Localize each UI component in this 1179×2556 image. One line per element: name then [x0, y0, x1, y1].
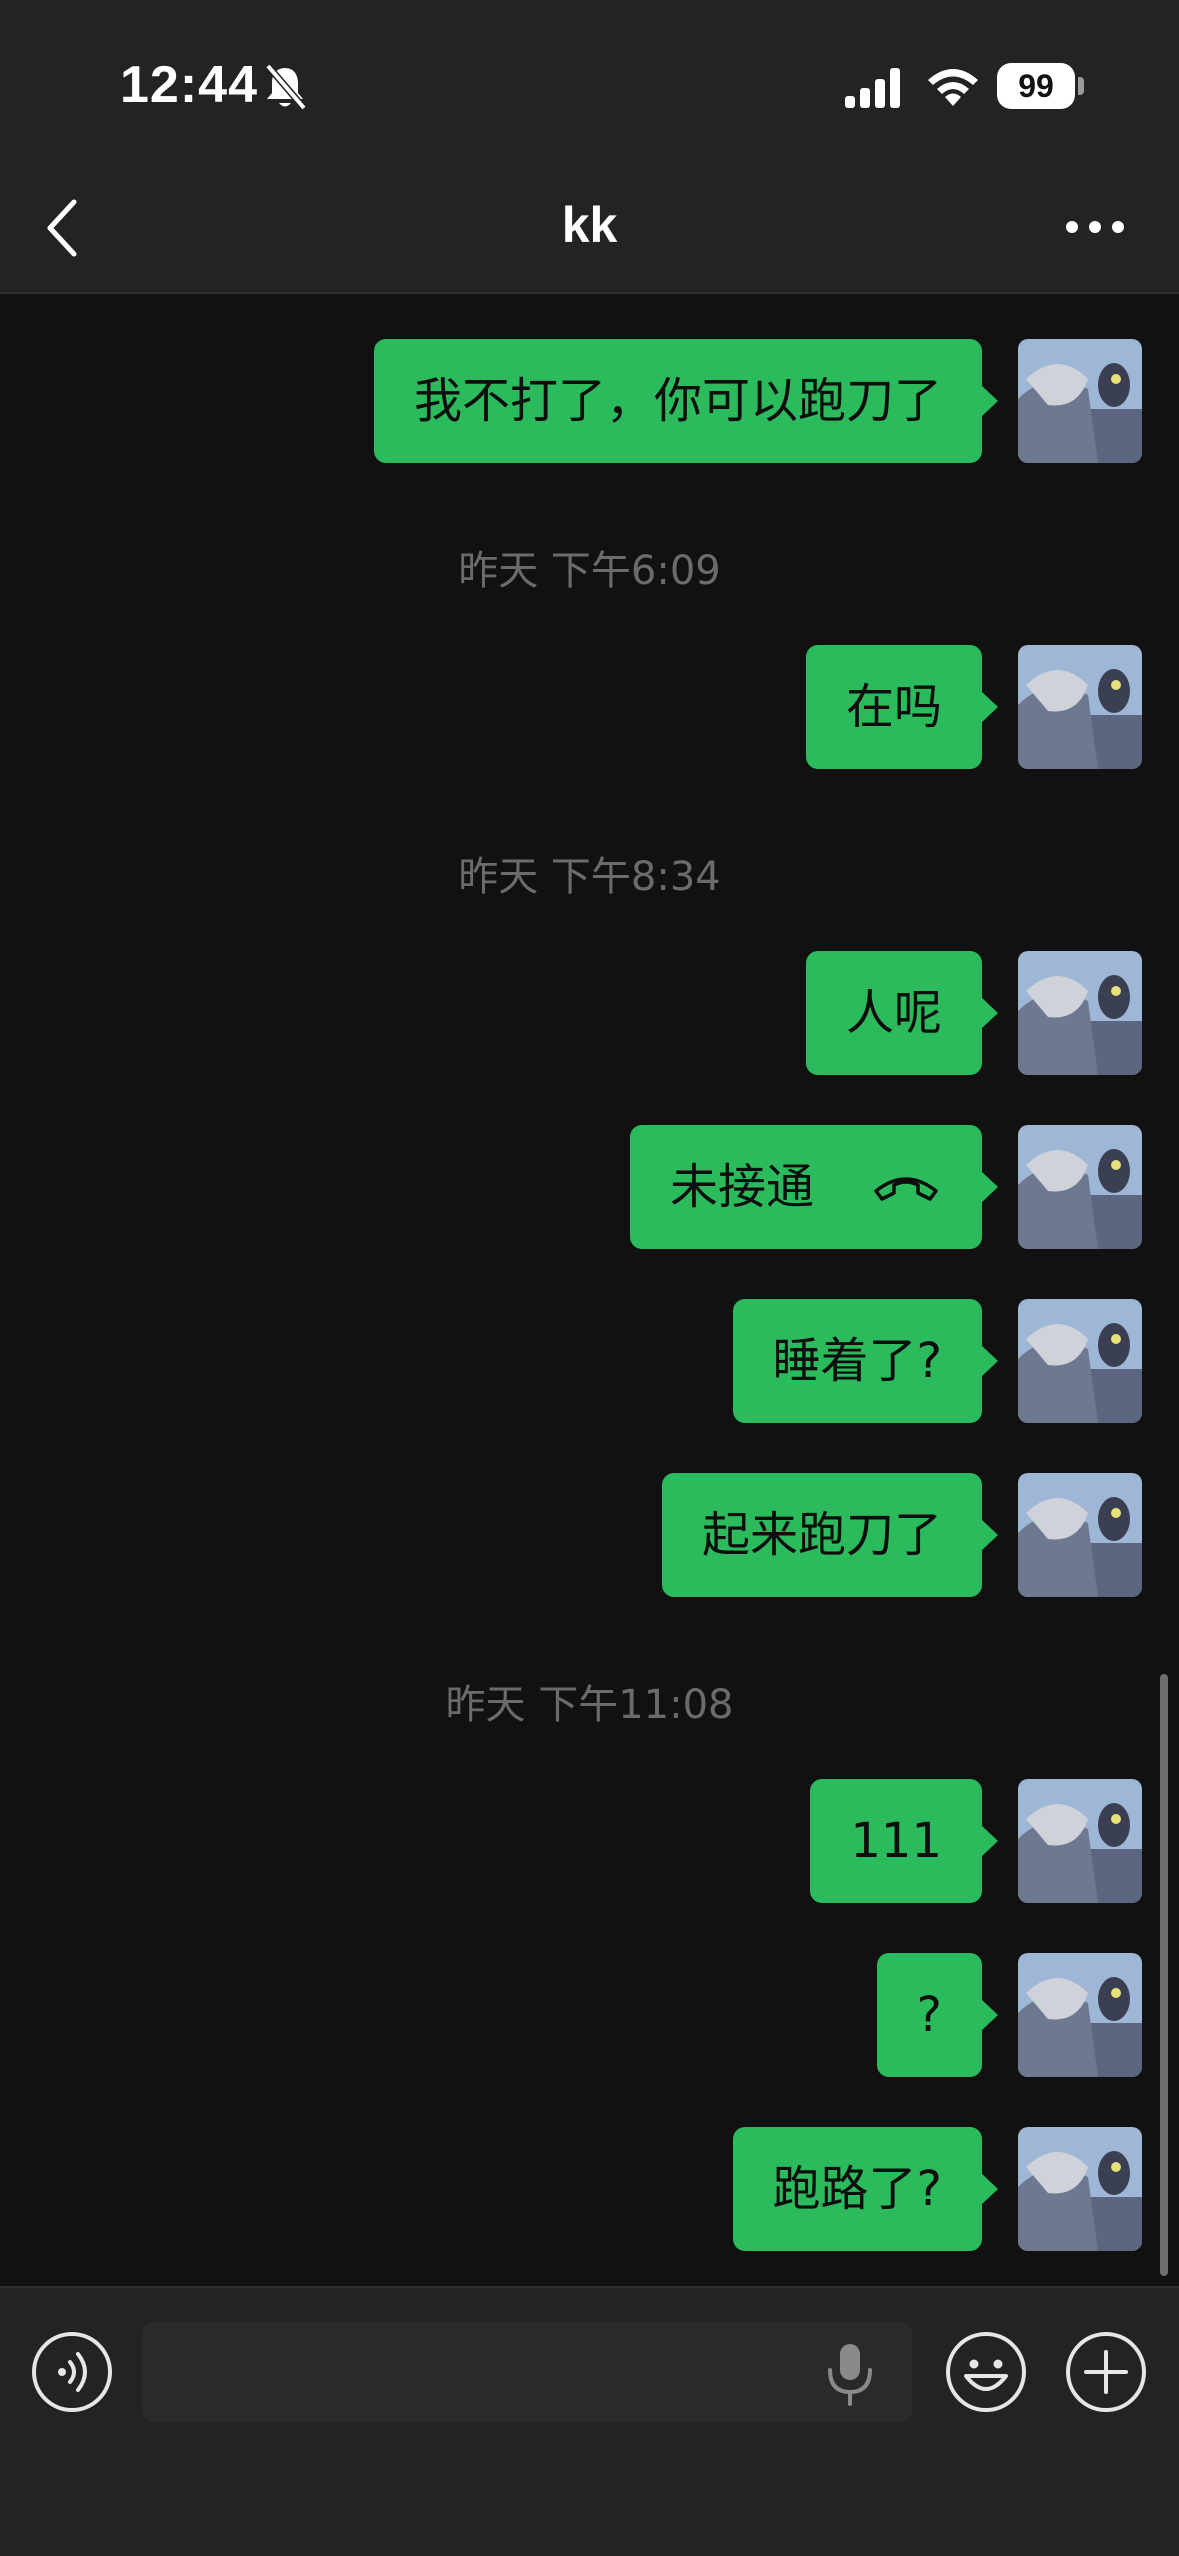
hang-up-icon — [874, 1177, 938, 1201]
mic-icon[interactable] — [824, 2342, 876, 2406]
message-input[interactable] — [142, 2322, 912, 2422]
chat-title: kk — [561, 197, 618, 253]
timestamp: 昨天 下午6:09 — [458, 548, 721, 594]
message-row: ? — [876, 1953, 1142, 2077]
battery-cap — [1078, 77, 1084, 95]
avatar-image — [1018, 1779, 1142, 1903]
message-row: 睡着了? — [732, 1299, 1142, 1423]
avatar[interactable] — [1018, 1953, 1142, 2077]
avatar-image — [1018, 1125, 1142, 1249]
back-icon[interactable] — [42, 196, 86, 260]
avatar[interactable] — [1018, 339, 1142, 463]
wifi-icon — [928, 69, 978, 106]
message-bubble[interactable]: 我不打了，你可以跑刀了 — [373, 339, 999, 463]
message-list[interactable]: 我不打了，你可以跑刀了 昨天 下午6:09 在吗 昨天 下午8:34 人呢 未接… — [0, 294, 1179, 2286]
avatar-image — [1018, 645, 1142, 769]
voice-icon[interactable] — [30, 2330, 114, 2414]
message-row: 起来跑刀了 — [661, 1473, 1142, 1597]
message-bubble[interactable]: 在吗 — [805, 645, 999, 769]
avatar[interactable] — [1018, 2127, 1142, 2251]
avatar-image — [1018, 1953, 1142, 2077]
message-row: 在吗 — [805, 645, 1142, 769]
message-bubble[interactable]: ? — [876, 1953, 999, 2077]
battery-level: 99 — [997, 63, 1075, 109]
call-status-label: 未接通 — [669, 1159, 814, 1215]
avatar-image — [1018, 2127, 1142, 2251]
message-row: 跑路了? — [732, 2127, 1142, 2251]
avatar[interactable] — [1018, 645, 1142, 769]
avatar-image — [1018, 339, 1142, 463]
message-bubble[interactable]: 人呢 — [805, 951, 999, 1075]
call-bubble[interactable]: 未接通 — [629, 1125, 999, 1249]
avatar[interactable] — [1018, 1125, 1142, 1249]
more-icon[interactable] — [1060, 210, 1130, 244]
message-bubble[interactable]: 跑路了? — [732, 2127, 999, 2251]
timestamp: 昨天 下午11:08 — [445, 1682, 734, 1728]
message-row: 我不打了，你可以跑刀了 — [373, 339, 1142, 463]
avatar-image — [1018, 951, 1142, 1075]
avatar-image — [1018, 1299, 1142, 1423]
timestamp: 昨天 下午8:34 — [458, 854, 721, 900]
input-bar — [0, 2286, 1179, 2556]
scrollbar[interactable] — [1160, 1674, 1168, 2276]
status-time: 12:44 — [120, 56, 258, 114]
avatar[interactable] — [1018, 1473, 1142, 1597]
top-bar: 12:44 99 kk — [0, 0, 1179, 294]
mute-bell-icon — [265, 63, 307, 111]
message-row: 未接通 — [629, 1125, 1142, 1249]
message-row: 111 — [810, 1779, 1142, 1903]
avatar-image — [1018, 1473, 1142, 1597]
avatar[interactable] — [1018, 951, 1142, 1075]
message-bubble[interactable]: 111 — [810, 1779, 998, 1903]
plus-icon[interactable] — [1064, 2330, 1148, 2414]
message-bubble[interactable]: 起来跑刀了 — [661, 1473, 999, 1597]
avatar[interactable] — [1018, 1779, 1142, 1903]
emoji-icon[interactable] — [944, 2330, 1028, 2414]
avatar[interactable] — [1018, 1299, 1142, 1423]
signal-icon — [845, 68, 900, 108]
message-row: 人呢 — [805, 951, 1142, 1075]
message-bubble[interactable]: 睡着了? — [732, 1299, 999, 1423]
